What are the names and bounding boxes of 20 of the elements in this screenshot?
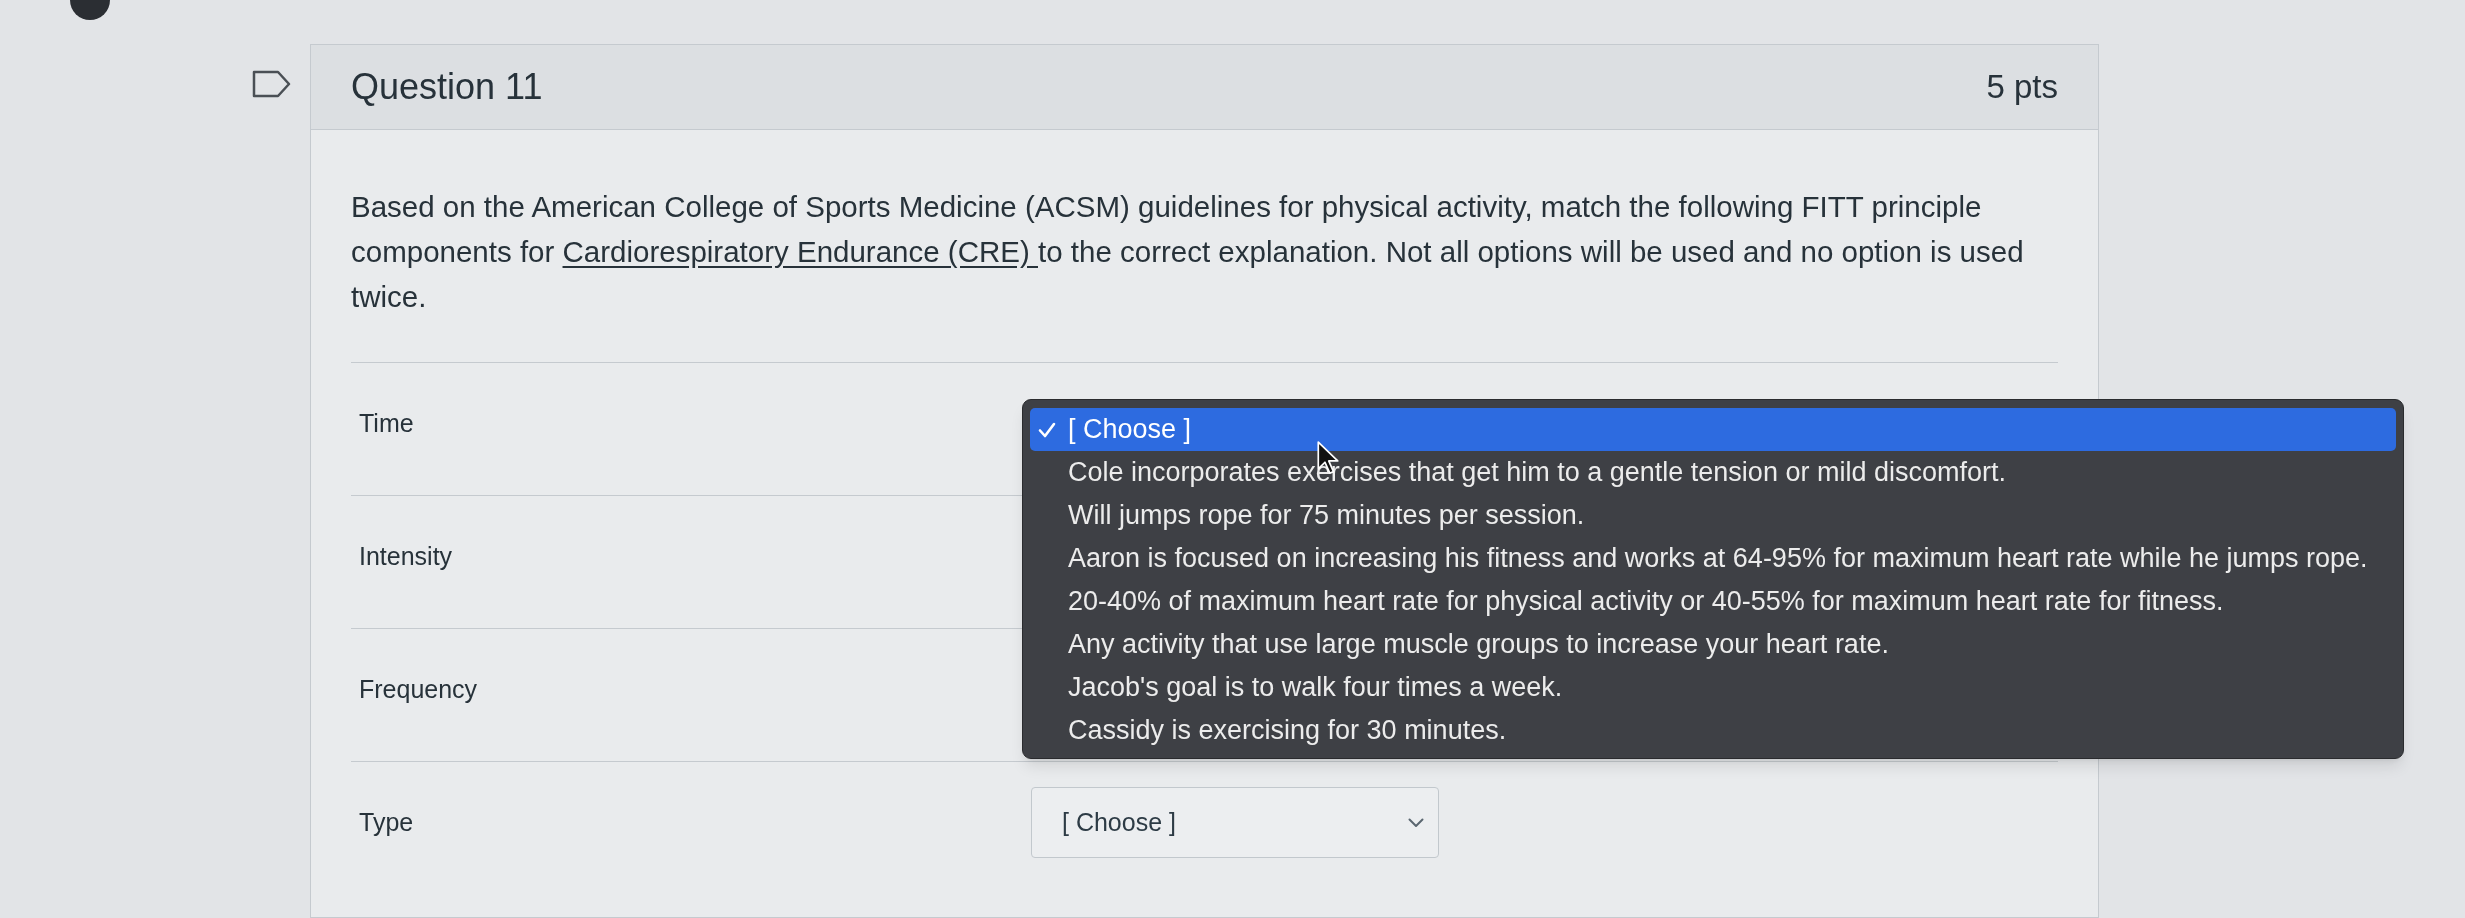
menu-option[interactable]: Aaron is focused on increasing his fitness and works at 64-95% for maximum heart rate while he jumps rope. [1030, 537, 2396, 580]
chevron-down-icon [1408, 817, 1424, 828]
menu-option[interactable]: [ Choose ] [1030, 408, 2396, 451]
menu-option[interactable]: Will jumps rope for 75 minutes per session. [1030, 494, 2396, 537]
check-icon [1038, 421, 1056, 438]
menu-option[interactable]: Cole incorporates exercises that get him to a gentle tension or mild discomfort. [1030, 451, 2396, 494]
match-label: Intensity [359, 541, 453, 570]
question-text: Based on the American College of Sports Medicine (ACSM) guidelines for physical activity, match the following FITT principle components for Cardiorespiratory Endurance (CRE) to the correct explanation. Not all options will be used and no option is used twice. [351, 189, 2025, 315]
question-title: Question 11 [351, 65, 543, 109]
menu-option[interactable]: Jacob's goal is to walk four times a week. [1030, 666, 2396, 709]
points-label: 5 pts [1986, 67, 2058, 108]
menu-option[interactable]: 20-40% of maximum heart rate for physical activity or 40-55% for maximum heart rate for fitness. [1030, 580, 2396, 623]
flag-icon[interactable] [252, 70, 292, 98]
match-label: Type [359, 807, 414, 836]
match-label: Time [359, 408, 414, 437]
match-label: Frequency [359, 674, 478, 703]
badge-icon [70, 0, 110, 21]
dropdown-select[interactable]: [ Choose ] [1031, 787, 1439, 858]
menu-option[interactable]: Cassidy is exercising for 30 minutes. [1030, 709, 2396, 752]
menu-option[interactable]: Any activity that use large muscle groups to increase your heart rate. [1030, 623, 2396, 666]
